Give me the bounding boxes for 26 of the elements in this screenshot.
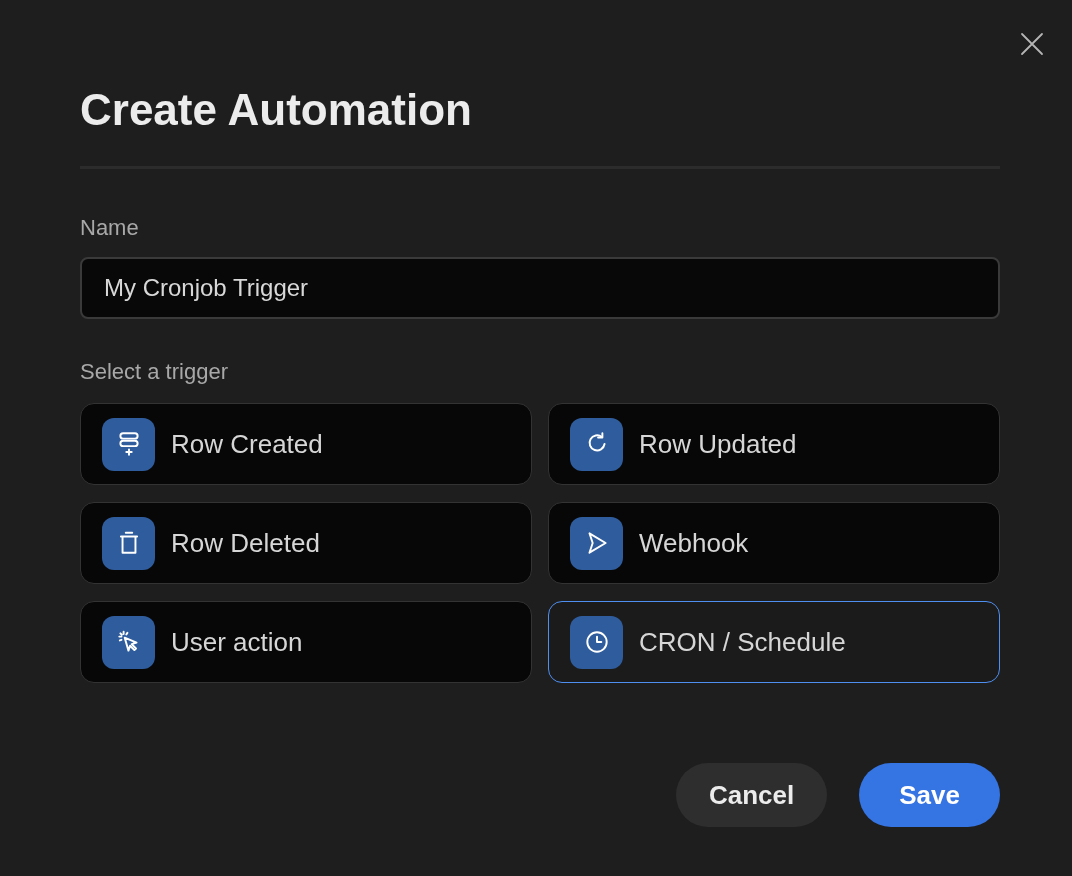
section-label: Select a trigger: [80, 359, 228, 385]
cancel-button[interactable]: Cancel: [676, 763, 828, 827]
name-input-field[interactable]: My Cronjob Trigger: [80, 257, 1000, 319]
trigger-option[interactable]: Row Updated: [548, 403, 1000, 485]
dialog-title: Create Automation: [80, 84, 472, 136]
refresh-icon: [570, 417, 623, 471]
trigger-option[interactable]: Row Created: [80, 403, 532, 485]
field-label: Name: [80, 215, 139, 241]
trigger-label: Webhook: [639, 526, 749, 560]
cursor-click-icon: [102, 615, 155, 669]
trigger-option[interactable]: Row Deleted: [80, 502, 532, 584]
close-icon: [1020, 32, 1044, 56]
trigger-label: Row Deleted: [171, 526, 320, 560]
trigger-label: User action: [171, 625, 303, 659]
trigger-label: Row Updated: [639, 427, 797, 461]
save-button[interactable]: Save: [859, 763, 1000, 827]
trigger-label: CRON / Schedule: [639, 625, 846, 659]
clock-icon: [570, 615, 623, 669]
trigger-label: Row Created: [171, 427, 323, 461]
rows-plus-icon: [102, 417, 155, 471]
send-icon: [570, 516, 623, 570]
trigger-option[interactable]: CRON / Schedule: [548, 601, 1000, 683]
close-button[interactable]: [1018, 30, 1046, 58]
trigger-option[interactable]: Webhook: [548, 502, 1000, 584]
trigger-option[interactable]: User action: [80, 601, 532, 683]
trash-icon: [102, 516, 155, 570]
